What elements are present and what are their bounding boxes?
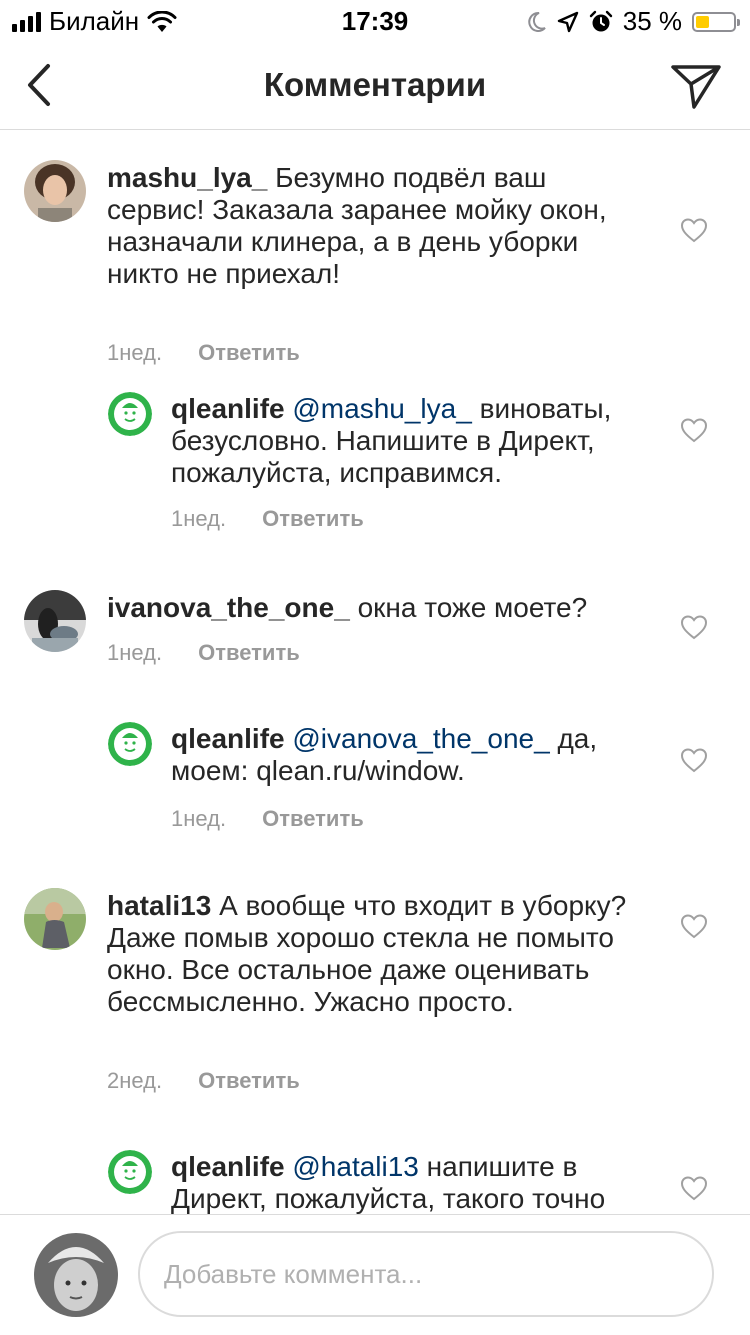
comment-input[interactable] (138, 1231, 714, 1317)
paper-plane-icon (671, 65, 721, 109)
heart-icon[interactable] (680, 1175, 708, 1201)
nav-bar: Комментарии (0, 40, 750, 130)
reply-button[interactable]: Ответить (198, 1068, 300, 1094)
reply-button[interactable]: Ответить (262, 506, 364, 532)
share-button[interactable] (670, 62, 722, 110)
comment-mention[interactable]: @mashu_lya_ (292, 393, 471, 424)
comment-text: qleanlife @ivanova_the_one_ да, моем: ql… (171, 723, 641, 787)
comment-mention[interactable]: @hatali13 (292, 1151, 419, 1182)
avatar[interactable] (108, 722, 152, 766)
comment-username[interactable]: hatali13 (107, 890, 211, 921)
comment-meta: 1нед. Ответить (107, 340, 300, 366)
heart-icon[interactable] (680, 217, 708, 243)
comment-text: qleanlife @hatali13 напишите в Директ, п… (171, 1151, 641, 1214)
comment-text: qleanlife @mashu_lya_ виноваты, безуслов… (171, 393, 641, 489)
comment-username[interactable]: qleanlife (171, 723, 285, 754)
comment-meta: 2нед. Ответить (107, 1068, 300, 1094)
battery-fill (696, 15, 709, 28)
battery-percent: 35 % (622, 6, 682, 36)
comment-username[interactable]: qleanlife (171, 393, 285, 424)
reply-button[interactable]: Ответить (198, 640, 300, 666)
moon-icon (528, 11, 546, 32)
comment-meta: 1нед. Ответить (171, 806, 364, 832)
status-right: 35 % (527, 6, 740, 37)
comment-text: ivanova_the_one_ окна тоже моете? (107, 592, 627, 624)
reply-button[interactable]: Ответить (198, 340, 300, 366)
comment-meta: 1нед. Ответить (107, 640, 300, 666)
avatar[interactable] (108, 1150, 152, 1194)
comment-time: 1нед. (171, 806, 227, 831)
comment-text: mashu_lya_ Безумно подвёл ваш сервис! За… (107, 162, 627, 290)
comment-username[interactable]: qleanlife (171, 1151, 285, 1182)
heart-icon[interactable] (680, 747, 708, 773)
comment-meta: 1нед. Ответить (171, 506, 364, 532)
comment-time: 1нед. (107, 640, 163, 665)
comment-time: 2нед. (107, 1068, 163, 1093)
comment-time: 1нед. (171, 506, 227, 531)
avatar[interactable] (108, 392, 152, 436)
comments-list: mashu_lya_ Безумно подвёл ваш сервис! За… (0, 130, 750, 1214)
comment-time: 1нед. (107, 340, 163, 365)
battery-icon (692, 11, 740, 32)
status-bar: Билайн 17:39 35 % (0, 0, 750, 40)
comment-username[interactable]: mashu_lya_ (107, 162, 267, 193)
comment-text: hatali13 А вообще что входит в уборку? Д… (107, 890, 627, 1018)
heart-icon[interactable] (680, 614, 708, 640)
page-title: Комментарии (263, 66, 487, 103)
location-icon (557, 11, 578, 32)
avatar[interactable] (24, 160, 86, 222)
reply-button[interactable]: Ответить (262, 806, 364, 832)
current-user-avatar (34, 1233, 118, 1317)
avatar[interactable] (24, 590, 86, 652)
comment-mention[interactable]: @ivanova_the_one_ (292, 723, 549, 754)
avatar[interactable] (24, 888, 86, 950)
comment-message: окна тоже моете? (357, 592, 588, 623)
alarm-icon (589, 10, 612, 31)
comment-composer (0, 1214, 750, 1335)
heart-icon[interactable] (680, 913, 708, 939)
heart-icon[interactable] (680, 417, 708, 443)
comment-username[interactable]: ivanova_the_one_ (107, 592, 350, 623)
